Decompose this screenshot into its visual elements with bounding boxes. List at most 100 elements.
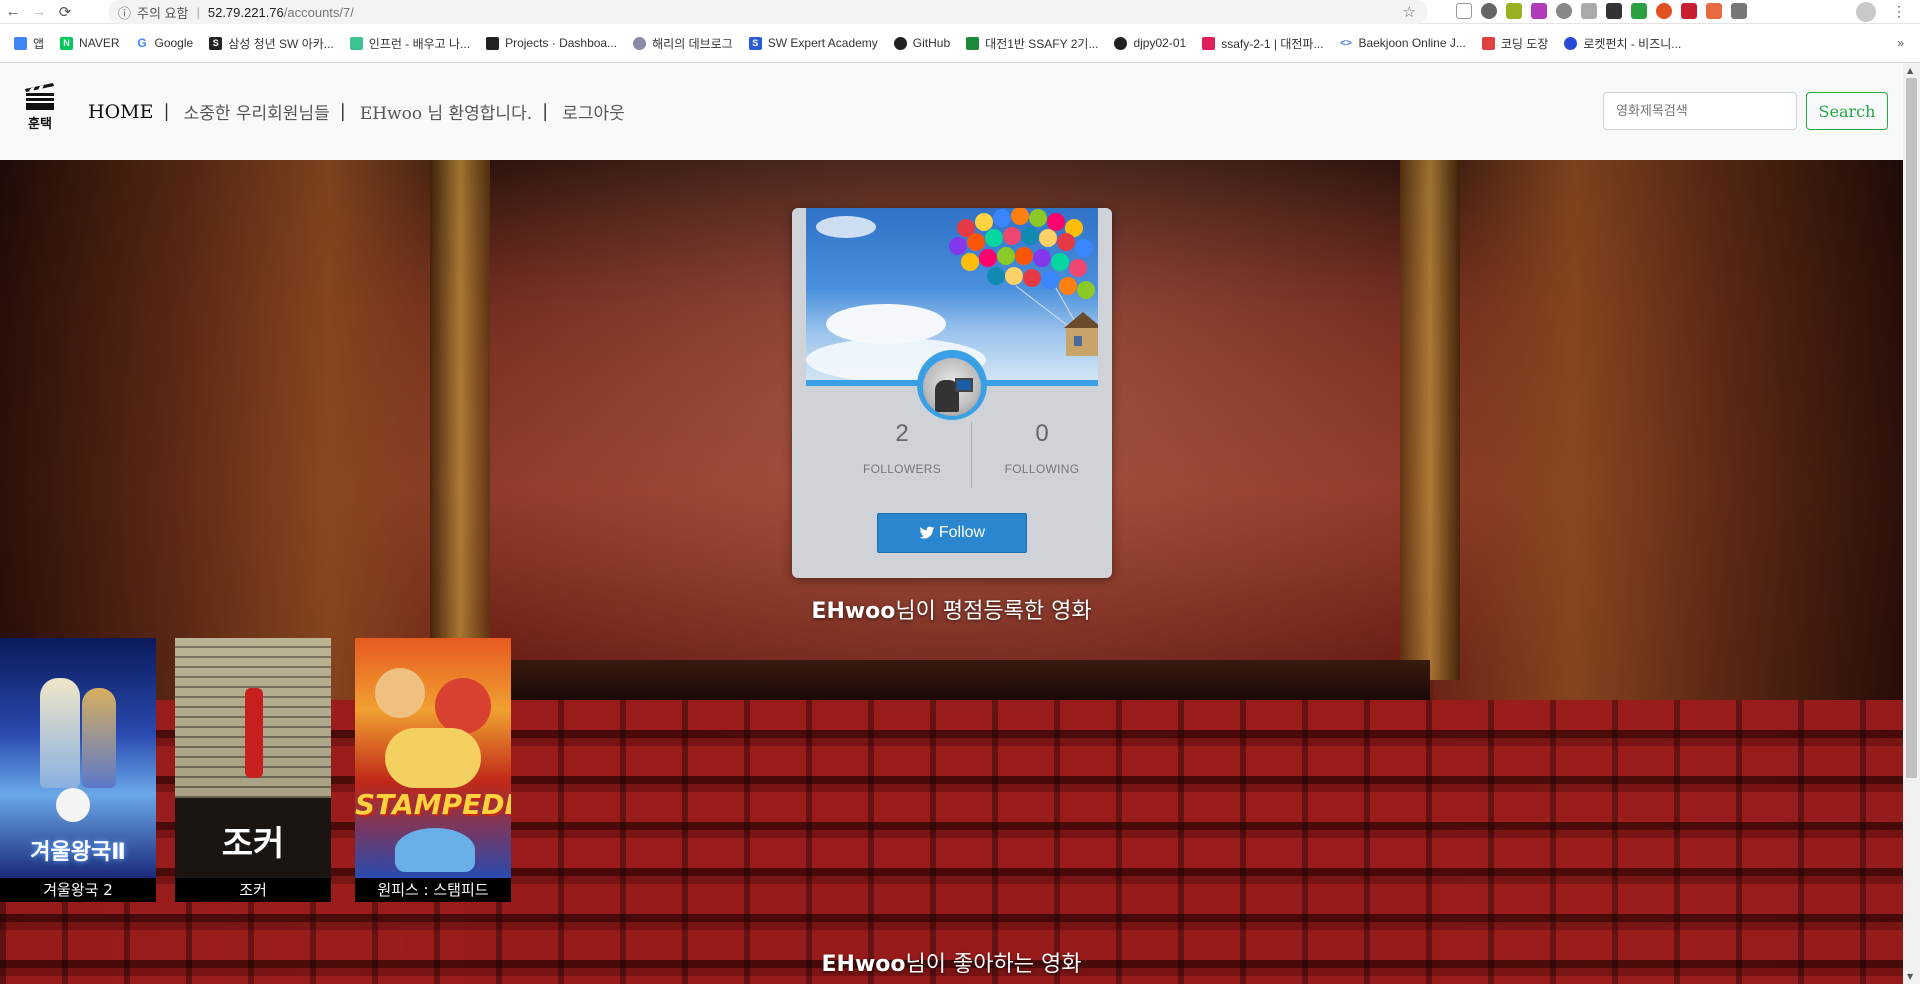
following-stat[interactable]: 0 FOLLOWING: [972, 420, 1112, 476]
slack-icon: [1202, 36, 1216, 50]
follow-button[interactable]: Follow: [877, 513, 1027, 553]
bookmark-item[interactable]: ssafy-2-1 | 대전파...: [1202, 35, 1323, 52]
extension-icon[interactable]: [1456, 3, 1472, 19]
nav-links: HOME | 소중한 우리회원님들 | EHwoo 님 환영합니다. | 로그아…: [88, 99, 625, 125]
codingdojang-icon: [1481, 36, 1495, 50]
extension-icon[interactable]: [1631, 3, 1647, 19]
following-count: 0: [1035, 420, 1049, 447]
bookmark-item[interactable]: GitHub: [893, 36, 951, 50]
forward-icon[interactable]: →: [26, 0, 52, 24]
bookmark-item[interactable]: G Google: [135, 36, 193, 50]
registered-movies-heading: EHwoo님이 평점등록한 영화: [0, 593, 1903, 625]
browser-toolbar: ← → ⟳ ⓘ 주의 요함 | 52.79.221.76/accounts/7/…: [0, 0, 1920, 24]
extension-icon[interactable]: [1506, 3, 1522, 19]
liked-movies-heading: EHwoo님이 좋아하는 영화: [0, 946, 1903, 978]
movie-poster[interactable]: STAMPEDE: [355, 638, 511, 878]
followers-stat[interactable]: 2 FOLLOWERS: [832, 420, 972, 476]
reload-icon[interactable]: ⟳: [52, 0, 78, 24]
bookmark-item[interactable]: djpy02-01: [1114, 36, 1186, 50]
bookmark-item[interactable]: <> Baekjoon Online J...: [1339, 36, 1466, 50]
nav-welcome-link[interactable]: EHwoo 님 환영합니다.: [360, 99, 532, 124]
menu-icon[interactable]: ⋮: [1892, 3, 1906, 20]
extension-icon[interactable]: [1681, 3, 1697, 19]
extension-icon[interactable]: [1606, 3, 1622, 19]
poster-figure: [435, 678, 491, 734]
poster-figure: [375, 668, 425, 718]
movie-card[interactable]: 조커 조커: [175, 638, 331, 902]
movie-card[interactable]: 겨울왕국Ⅱ 겨울왕국 2: [0, 638, 156, 902]
liked-heading-suffix: 님이 좋아하는 영화: [905, 952, 1082, 977]
extension-icon[interactable]: [1481, 3, 1497, 19]
scroll-up-icon[interactable]: ▲: [1907, 66, 1913, 75]
movie-title[interactable]: 조커: [175, 878, 331, 902]
movie-title[interactable]: 겨울왕국 2: [0, 878, 156, 902]
movie-poster[interactable]: 조커: [175, 638, 331, 878]
address-bar[interactable]: ⓘ 주의 요함 | 52.79.221.76/accounts/7/ ☆: [108, 0, 1428, 24]
bookmark-item[interactable]: 앱: [14, 35, 44, 52]
url-path: /accounts/7/: [283, 4, 354, 20]
poster-figure: [82, 688, 116, 788]
apps-icon: [14, 36, 27, 50]
bookmark-label: ssafy-2-1 | 대전파...: [1221, 36, 1324, 51]
bookmark-label: NAVER: [79, 36, 120, 50]
bookmark-item[interactable]: 코딩 도장: [1481, 35, 1548, 52]
back-icon[interactable]: ←: [0, 0, 26, 24]
nav-logout-link[interactable]: 로그아웃: [562, 99, 625, 124]
extension-icon[interactable]: [1731, 3, 1747, 19]
poster-figure: [40, 678, 80, 788]
liked-username: EHwoo: [821, 952, 906, 977]
poster-title-art: 조커: [221, 824, 285, 864]
extension-icon[interactable]: [1556, 3, 1572, 19]
site-logo[interactable]: 훈택: [22, 83, 58, 139]
movie-search-input[interactable]: [1603, 92, 1797, 130]
nav-home-link[interactable]: HOME: [88, 101, 153, 123]
bookmark-item[interactable]: 로켓펀치 - 비즈니...: [1564, 35, 1681, 52]
bookmark-item[interactable]: S SW Expert Academy: [748, 36, 878, 50]
cloud-shape: [816, 216, 876, 238]
more-bookmarks-icon[interactable]: »: [1897, 36, 1904, 50]
bookmark-star-icon[interactable]: ☆: [1403, 3, 1416, 21]
sheets-icon: [966, 36, 980, 50]
follow-button-label: Follow: [938, 524, 986, 541]
rocketpunch-icon: [1564, 36, 1578, 50]
nav-separator: |: [163, 101, 170, 122]
monitor-icon: [955, 378, 973, 392]
bookmark-label: GitHub: [912, 36, 951, 50]
url-host: 52.79.221.76: [207, 4, 284, 20]
profile-avatar-icon[interactable]: [1856, 2, 1876, 22]
extension-icon[interactable]: [1706, 3, 1722, 19]
poster-title-art: 겨울왕국Ⅱ: [30, 840, 126, 865]
bookmark-item[interactable]: N NAVER: [60, 36, 120, 50]
scrollbar-thumb[interactable]: [1906, 78, 1917, 778]
bookmarks-bar: 앱 N NAVER G Google S 삼성 청년 SW 아카... 인프런 - 배…: [0, 31, 1920, 55]
clapperboard-icon: [25, 83, 54, 110]
bookmark-item[interactable]: Projects · Dashboa...: [486, 36, 617, 50]
movie-poster[interactable]: 겨울왕국Ⅱ: [0, 638, 156, 878]
balloons-icon: [949, 208, 1098, 356]
info-icon[interactable]: ⓘ: [118, 3, 131, 22]
bookmark-item[interactable]: 인프런 - 배우고 나...: [349, 35, 470, 52]
code-icon: <>: [1339, 36, 1353, 50]
nav-members-link[interactable]: 소중한 우리회원님들: [184, 99, 330, 124]
avatar[interactable]: [923, 358, 981, 416]
inflearn-icon: [349, 36, 363, 50]
movie-card[interactable]: STAMPEDE 원피스 : 스탬피드: [355, 638, 511, 902]
poster-figure: [395, 828, 475, 872]
bookmark-label: 로켓펀치 - 비즈니...: [1583, 36, 1682, 51]
twitter-icon: [919, 526, 935, 539]
extension-icon[interactable]: [1656, 3, 1672, 19]
bookmark-item[interactable]: S 삼성 청년 SW 아카...: [209, 35, 334, 52]
nav-separator: |: [339, 101, 346, 122]
extension-icon[interactable]: [1531, 3, 1547, 19]
nav-separator: |: [542, 101, 549, 122]
movie-title[interactable]: 원피스 : 스탬피드: [355, 878, 511, 902]
scroll-down-icon[interactable]: ▼: [1907, 972, 1913, 981]
bookmark-item[interactable]: 대전1반 SSAFY 2기...: [966, 35, 1098, 52]
swea-icon: S: [748, 36, 762, 50]
security-label: 주의 요함: [137, 5, 189, 21]
registered-heading-suffix: 님이 평점등록한 영화: [895, 599, 1092, 624]
profile-card: 2 FOLLOWERS 0 FOLLOWING Follow: [792, 208, 1112, 578]
extension-icon[interactable]: [1581, 3, 1597, 19]
search-button[interactable]: Search: [1806, 92, 1888, 130]
bookmark-item[interactable]: 해리의 데브로그: [633, 35, 733, 52]
